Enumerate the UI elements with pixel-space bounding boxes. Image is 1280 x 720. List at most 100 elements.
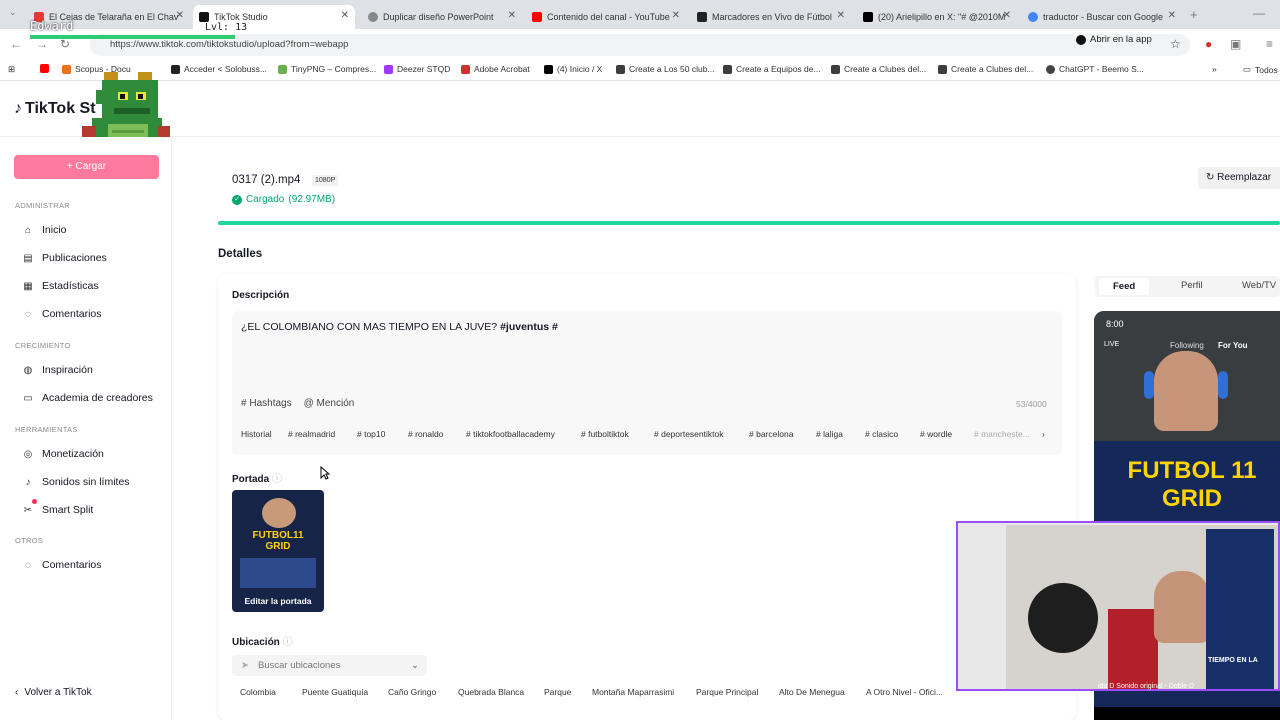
overlay-username: Edward	[30, 19, 74, 33]
sidebar-item-academia[interactable]: ▭ Academia de creadores	[22, 392, 153, 404]
apps-icon[interactable]: ⊞	[8, 64, 15, 75]
reload-icon[interactable]: ↻	[60, 37, 70, 51]
music-icon: ♪	[25, 476, 31, 488]
location-search-input[interactable]: ➤ Buscar ubicaciones ⌄	[232, 655, 427, 676]
history-button[interactable]: Historial	[241, 429, 272, 439]
status-text: Cargado	[246, 194, 285, 205]
opera-icon[interactable]: ●	[1205, 37, 1212, 51]
sidebar-item-comentarios[interactable]: ◌ Comentarios	[22, 308, 102, 320]
close-tab-icon[interactable]: ✕	[672, 10, 680, 21]
mention-button[interactable]: @ Mención	[304, 398, 355, 409]
bookmark-star-icon[interactable]: ☆	[1170, 37, 1181, 51]
hashtag-suggestion[interactable]: # realmadrid	[288, 429, 335, 439]
minimize-icon[interactable]: —	[1253, 6, 1265, 20]
upload-button[interactable]: + Cargar	[14, 155, 159, 179]
hashtag-suggestion[interactable]: # tiktokfootballacademy	[466, 429, 555, 439]
youtube-bookmark-icon[interactable]	[40, 64, 49, 73]
tab-feed[interactable]: Feed	[1099, 278, 1150, 295]
bulb-icon: ◍	[23, 364, 33, 376]
preview-title-line: GRID	[1162, 485, 1222, 512]
details-heading: Detalles	[218, 248, 263, 260]
browser-tab[interactable]: Marcadores en Vivo de Fútbol ✕	[691, 5, 851, 29]
cover-thumbnail[interactable]: FUTBOL11 GRID Editar la portada	[232, 490, 324, 612]
sidebar-item-smart-split[interactable]: ✂ Smart Split	[22, 504, 94, 516]
hashtag-suggestion[interactable]: # clasico	[865, 429, 898, 439]
sidebar-item-monetizacion[interactable]: ◎ Monetización	[22, 448, 104, 460]
hashtag-suggestion[interactable]: # mancheste...	[974, 429, 1030, 439]
description-text[interactable]: ¿EL COLOMBIANO CON MAS TIEMPO EN LA JUVE…	[241, 321, 558, 333]
location-chip[interactable]: Quebrada Blanca	[458, 687, 524, 697]
close-tab-icon[interactable]: ✕	[837, 10, 845, 21]
bookmark-item[interactable]: ChatGPT - Beemo S...	[1046, 64, 1144, 74]
bookmark-item[interactable]: (4) Inicio / X	[544, 64, 602, 74]
description-hashtags: #juventus #	[500, 321, 558, 333]
bookmark-item[interactable]: Deezer STQD	[384, 64, 450, 74]
bookmark-item[interactable]: Create a Clubes del...	[831, 64, 926, 74]
bookmarks-bar: ⊞ Scopus - Docu Acceder < Solobuss... Ti…	[0, 59, 1280, 81]
location-chip[interactable]: Puente Guatiquía	[302, 687, 368, 697]
hashtag-suggestion[interactable]: # top10	[357, 429, 385, 439]
browser-tab[interactable]: Duplicar diseño PowerPoint ✕	[362, 5, 522, 29]
new-tab-icon[interactable]: +	[1190, 7, 1198, 22]
sidebar-item-sonidos[interactable]: ♪ Sonidos sin límites	[22, 476, 130, 488]
sidebar-item-estadisticas[interactable]: ▦ Estadísticas	[22, 280, 98, 292]
hashtag-suggestion[interactable]: # ronaldo	[408, 429, 443, 439]
more-bookmarks-icon[interactable]: »	[1212, 64, 1217, 74]
all-bookmarks[interactable]: ▭ Todos	[1243, 64, 1278, 75]
hashtags-label: Hashtags	[249, 398, 292, 409]
tab-webtv[interactable]: Web/TV	[1242, 280, 1276, 291]
chevron-right-icon[interactable]: ›	[1042, 429, 1045, 439]
back-icon[interactable]: ←	[10, 37, 22, 51]
close-tab-icon[interactable]: ✕	[508, 10, 516, 21]
upload-progress-bar	[218, 221, 1280, 225]
chevron-left-icon: ‹	[15, 687, 19, 698]
sidebar-item-inspiracion[interactable]: ◍ Inspiración	[22, 364, 93, 376]
browser-tab-bar: ⌄ El Cejas de Telaraña en El Chav ✕ TikTo…	[0, 0, 1280, 29]
browser-tab[interactable]: (20) Arielipillo en X: "# @2010M ✕	[857, 5, 1017, 29]
bookmark-item[interactable]: Create a Los 50 club...	[616, 64, 715, 74]
bookmark-favicon-icon	[278, 64, 287, 74]
forward-icon[interactable]: →	[36, 37, 48, 51]
hashtag-suggestion[interactable]: # barcelona	[749, 429, 793, 439]
close-tab-icon[interactable]: ✕	[1168, 10, 1176, 21]
bookmark-item[interactable]: Adobe Acrobat	[461, 64, 530, 74]
mouse-cursor-icon	[320, 466, 330, 480]
location-chip[interactable]: Caño Gringo	[388, 687, 436, 697]
tab-perfil[interactable]: Perfil	[1181, 280, 1203, 291]
back-to-tiktok-link[interactable]: ‹ Volver a TikTok	[15, 687, 92, 698]
location-chip[interactable]: A Otro Nivel - Ofici...	[866, 687, 943, 697]
bookmark-item[interactable]: Acceder < Solobuss...	[171, 64, 267, 74]
bookmark-item[interactable]: Create a Equipos de...	[723, 64, 821, 74]
close-tab-icon[interactable]: ✕	[176, 10, 184, 21]
location-chip[interactable]: Colombia	[240, 687, 276, 697]
location-chip[interactable]: Parque	[544, 687, 571, 697]
bookmark-item[interactable]: Create a Clubes del...	[938, 64, 1033, 74]
bookmark-item[interactable]: TinyPNG – Compres...	[278, 64, 376, 74]
hashtags-button[interactable]: # Hashtags	[241, 398, 292, 409]
preview-music: ido D Sonido original - Doble D	[1098, 683, 1195, 690]
sidebar-item-inicio[interactable]: ⌂ Inicio	[22, 224, 67, 236]
browser-tab[interactable]: Contenido del canal - YouTube ✕	[526, 5, 686, 29]
hashtag-suggestion[interactable]: # futboltiktok	[581, 429, 629, 439]
location-chip[interactable]: Alto De Menegua	[779, 687, 845, 697]
preview-bottom-nav	[1094, 707, 1280, 720]
location-chip[interactable]: Parque Principal	[696, 687, 758, 697]
hashtag-suggestion[interactable]: # laliga	[816, 429, 843, 439]
extensions-icon[interactable]: ▣	[1230, 37, 1241, 51]
location-label: Ubicación ⓘ	[232, 633, 293, 648]
hashtag-suggestion[interactable]: # wordle	[920, 429, 952, 439]
chevron-down-icon: ⌄	[411, 660, 419, 671]
menu-icon[interactable]: ≡	[1266, 37, 1273, 51]
close-tab-icon[interactable]: ✕	[1003, 10, 1011, 21]
replace-button[interactable]: ↻ Reemplazar	[1198, 167, 1280, 189]
tab-search-icon[interactable]: ⌄	[9, 7, 17, 18]
close-tab-icon[interactable]: ✕	[341, 10, 349, 21]
sidebar-item-comentarios-2[interactable]: ◌ Comentarios	[22, 559, 102, 571]
open-in-app-button[interactable]: Abrir en la app	[1076, 34, 1152, 45]
hashtag-suggestion[interactable]: # deportesentiktok	[654, 429, 723, 439]
location-chip[interactable]: Montaña Maparrasimi	[592, 687, 674, 697]
url-field[interactable]: https://www.tiktok.com/tiktokstudio/uplo…	[90, 34, 1190, 56]
edit-cover-button[interactable]: Editar la portada	[232, 596, 324, 606]
browser-tab[interactable]: traductor - Buscar con Google ✕	[1022, 5, 1182, 29]
sidebar-item-publicaciones[interactable]: ▤ Publicaciones	[22, 252, 107, 264]
